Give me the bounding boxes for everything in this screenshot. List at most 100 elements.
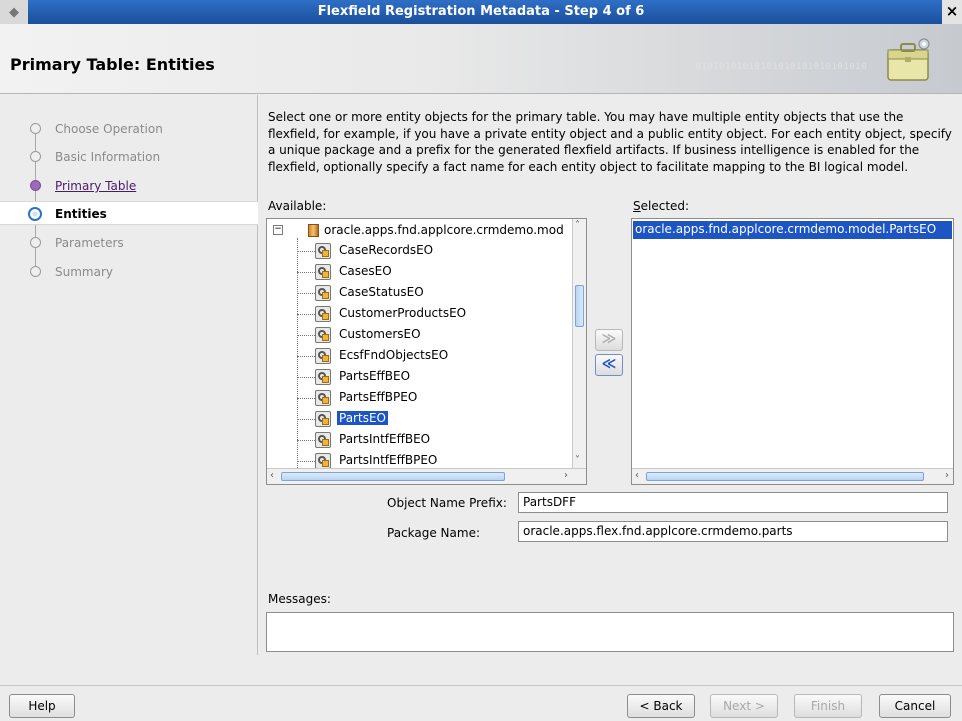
wizard-dialog: ◆ Flexfield Registration Metadata - Step… [0, 0, 962, 721]
selected-list[interactable]: oracle.apps.fnd.applcore.crmdemo.model.P… [631, 218, 954, 485]
step-entities: Entities [0, 201, 258, 225]
cancel-button[interactable]: Cancel [879, 694, 951, 718]
tree-connector [297, 461, 315, 462]
tree-item[interactable]: CaseStatusEO [297, 284, 557, 304]
step-dot-icon [30, 180, 41, 191]
package-icon [308, 224, 319, 237]
entity-object-icon [315, 453, 331, 469]
entity-object-icon [315, 264, 331, 280]
title-bar: ◆ Flexfield Registration Metadata - Step… [0, 0, 962, 24]
instructions-text: Select one or more entity objects for th… [268, 110, 952, 174]
step-label: Parameters [55, 236, 124, 250]
tree-connector [297, 251, 315, 252]
tree-item-label: CaseRecordsEO [339, 243, 434, 257]
entity-object-icon [315, 327, 331, 343]
selected-list-item[interactable]: oracle.apps.fnd.applcore.crmdemo.model.P… [633, 221, 952, 239]
close-icon[interactable]: × [942, 0, 962, 24]
step-dot-icon [30, 266, 41, 277]
step-label[interactable]: Primary Table [55, 179, 136, 193]
available-label: Available: [268, 199, 327, 213]
entity-object-icon [315, 285, 331, 301]
scroll-down-icon[interactable]: ˅ [575, 455, 580, 467]
tree-item-selected[interactable]: PartsEO [297, 410, 557, 430]
scroll-thumb[interactable] [575, 285, 584, 327]
back-button[interactable]: < Back [627, 694, 695, 718]
tree-item-label: CustomersEO [339, 327, 421, 341]
tree-item[interactable]: CaseRecordsEO [297, 242, 557, 262]
tree-item-label: CasesEO [339, 264, 392, 278]
page-title: Primary Table: Entities [10, 55, 215, 74]
messages-area [266, 612, 954, 652]
tree-item-label: PartsIntfEffBPEO [339, 453, 438, 467]
collapse-icon[interactable]: − [273, 225, 283, 235]
tree-item-label: PartsIntfEffBEO [339, 432, 431, 446]
available-tree[interactable]: − oracle.apps.fnd.applcore.crmdemo.mod C… [266, 218, 587, 485]
tree-item[interactable]: PartsIntfEffBEO [297, 431, 557, 451]
tree-connector [297, 356, 315, 357]
tree-item[interactable]: CasesEO [297, 263, 557, 283]
window-title: Flexfield Registration Metadata - Step 4… [317, 4, 645, 19]
tree-connector [297, 335, 315, 336]
tree-connector [297, 377, 315, 378]
scroll-right-icon[interactable]: › [564, 470, 568, 482]
package-name-input[interactable]: oracle.apps.flex.fnd.applcore.crmdemo.pa… [518, 521, 948, 542]
tree-item-label: PartsEffBEO [339, 369, 411, 383]
entity-object-icon [315, 306, 331, 322]
scroll-thumb[interactable] [646, 472, 924, 481]
header-decoration-text: 01010101010101010101010101010 [695, 62, 867, 72]
scroll-right-icon[interactable]: › [945, 470, 949, 482]
entity-object-icon [315, 348, 331, 364]
step-label: Choose Operation [55, 122, 163, 136]
package-label: Package Name: [387, 526, 480, 540]
tree-item[interactable]: CustomerProductsEO [297, 305, 557, 325]
finish-button[interactable]: Finish [794, 694, 862, 718]
scroll-left-icon[interactable]: ‹ [635, 470, 639, 482]
step-dot-icon [30, 237, 41, 248]
scroll-thumb[interactable] [281, 472, 505, 481]
help-button[interactable]: Help [9, 694, 75, 718]
tree-item-label: CaseStatusEO [339, 285, 424, 299]
step-basic-information: Basic Information [0, 145, 258, 169]
step-dot-icon [30, 123, 41, 134]
entity-object-icon [315, 432, 331, 448]
next-button[interactable]: Next > [710, 694, 778, 718]
tree-connector [297, 419, 315, 420]
object-name-prefix-input[interactable]: PartsDFF [518, 492, 948, 513]
tree-item-label: PartsEO [337, 411, 388, 425]
available-horizontal-scrollbar[interactable]: ‹ › [267, 468, 586, 484]
step-summary: Summary [0, 260, 258, 284]
wizard-steps: Choose Operation Basic Information Prima… [0, 95, 258, 655]
scroll-left-icon[interactable]: ‹ [270, 470, 274, 482]
entity-object-icon [315, 243, 331, 259]
tree-item-label: EcsfFndObjectsEO [339, 348, 449, 362]
entity-object-icon [315, 390, 331, 406]
tree-connector [297, 314, 315, 315]
tree-item-label: CustomerProductsEO [339, 306, 467, 320]
messages-label: Messages: [268, 592, 331, 606]
move-to-selected-button[interactable]: ≫ [595, 329, 623, 351]
available-tree-content: − oracle.apps.fnd.applcore.crmdemo.mod C… [267, 219, 586, 484]
selected-horizontal-scrollbar[interactable]: ‹ › [632, 468, 953, 484]
step-label: Entities [55, 207, 107, 221]
remove-from-selected-button[interactable]: ≪ [595, 354, 623, 376]
available-vertical-scrollbar[interactable]: ˄ ˅ [572, 219, 586, 468]
prefix-label: Object Name Prefix: [387, 496, 507, 510]
step-primary-table[interactable]: Primary Table [0, 174, 258, 198]
tree-item[interactable]: CustomersEO [297, 326, 557, 346]
entity-object-icon [315, 369, 331, 385]
scroll-up-icon[interactable]: ˄ [575, 220, 580, 232]
tree-item[interactable]: PartsEffBPEO [297, 389, 557, 409]
tree-connector [297, 293, 315, 294]
briefcase-icon [887, 38, 930, 81]
step-current-icon [28, 207, 42, 221]
step-dot-icon [30, 151, 41, 162]
tree-item[interactable]: PartsEffBEO [297, 368, 557, 388]
step-choose-operation: Choose Operation [0, 117, 258, 141]
tree-root-label: oracle.apps.fnd.applcore.crmdemo.mod [324, 223, 564, 237]
step-label: Summary [55, 265, 113, 279]
footer-separator [0, 685, 962, 686]
tree-root-node[interactable]: − oracle.apps.fnd.applcore.crmdemo.mod [273, 222, 573, 242]
tree-item[interactable]: EcsfFndObjectsEO [297, 347, 557, 367]
entity-object-icon [315, 411, 331, 427]
step-parameters: Parameters [0, 231, 258, 255]
